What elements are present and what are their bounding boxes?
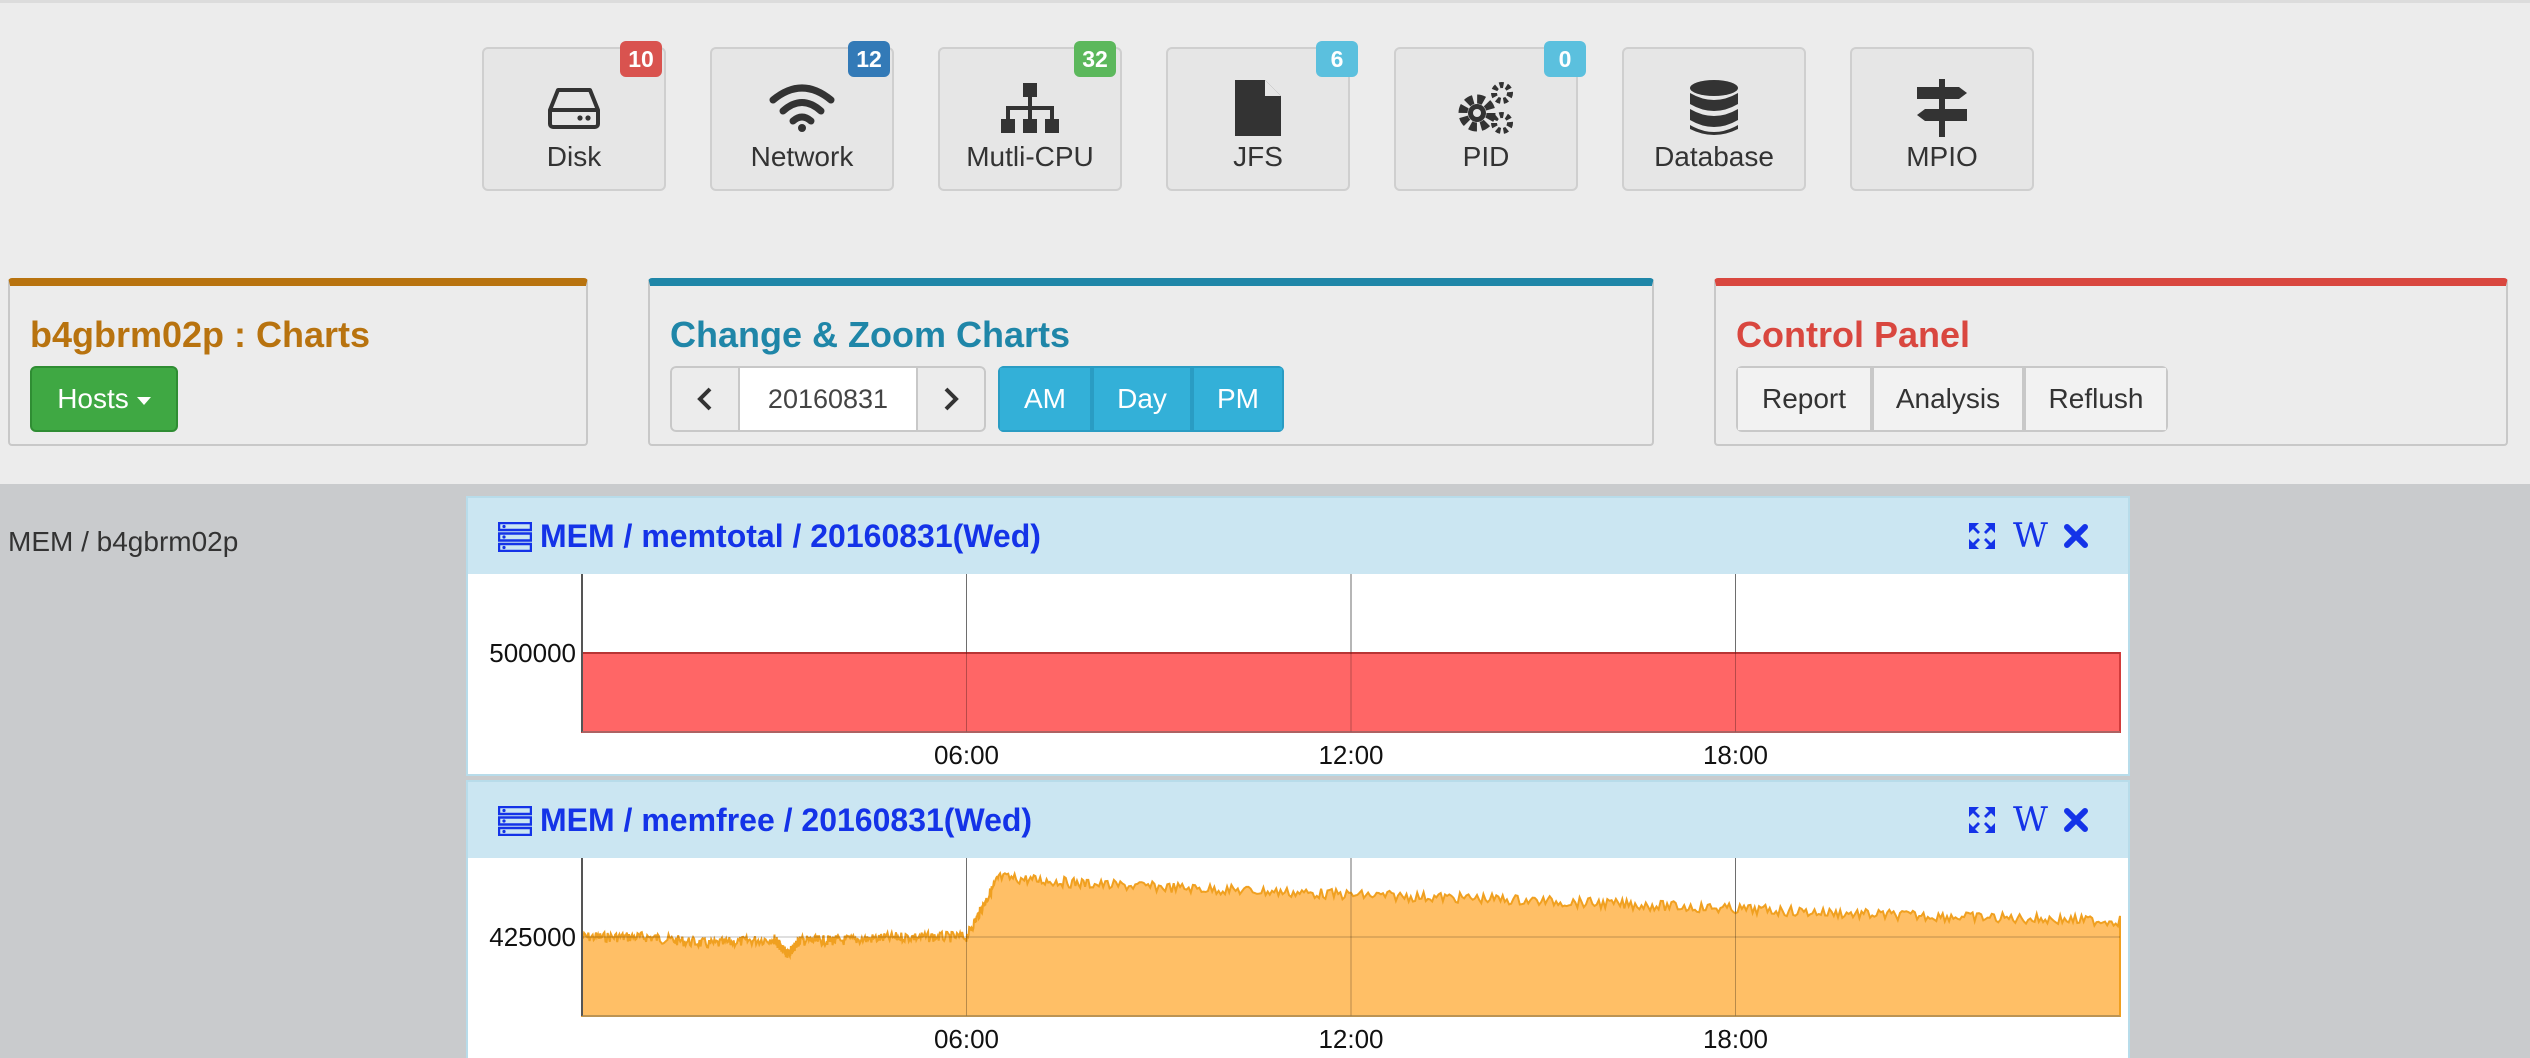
multi-cpu-label: Mutli-CPU: [966, 141, 1094, 172]
multi-cpu-nav-button[interactable]: Mutli-CPU 32: [938, 41, 1122, 191]
y-tick-label: 500000: [489, 638, 576, 668]
file-icon: [1168, 79, 1348, 137]
analysis-button[interactable]: Analysis: [1872, 366, 2024, 432]
zoom-panel-title: Change & Zoom Charts: [670, 314, 1071, 355]
server-list-icon: [498, 806, 532, 836]
x-tick-label: 18:00: [1703, 1024, 1768, 1054]
database-nav-button[interactable]: Database: [1622, 47, 1806, 191]
hosts-dropdown-button[interactable]: Hosts: [30, 366, 178, 432]
x-tick-label: 12:00: [1318, 740, 1383, 770]
jfs-count-badge: 6: [1316, 41, 1358, 77]
expand-icon[interactable]: [1967, 521, 1997, 551]
top-toolbar-area: Disk 10 Network 12 Mutli-CPU 32 JFS 6 PI…: [0, 0, 2530, 484]
expand-icon[interactable]: [1967, 805, 1997, 835]
next-date-button[interactable]: [916, 366, 986, 432]
memtotal-chart: MEM / memtotal / 20160831(Wed) W 06:00 12…: [466, 496, 2130, 776]
jfs-nav-button[interactable]: JFS 6: [1166, 41, 1358, 191]
pid-nav-button[interactable]: PID 0: [1394, 41, 1586, 191]
wifi-icon: [712, 79, 892, 137]
database-icon: [1624, 79, 1804, 137]
control-panel: Control Panel Report Analysis Reflush: [1714, 278, 2508, 446]
x-tick-label: 12:00: [1318, 1024, 1383, 1054]
network-count-badge: 12: [848, 41, 890, 77]
reflush-button[interactable]: Reflush: [2024, 366, 2168, 432]
side-host-label: MEM / b4gbrm02p: [8, 526, 239, 557]
chevron-left-icon: [697, 387, 712, 411]
report-button[interactable]: Report: [1736, 366, 1872, 432]
server-list-icon: [498, 522, 532, 552]
hosts-button-label: Hosts: [57, 383, 129, 414]
day-button[interactable]: Day: [1092, 366, 1192, 432]
memfree-chart-header: MEM / memfree / 20160831(Wed) W: [468, 782, 2128, 858]
memtotal-chart-header: MEM / memtotal / 20160831(Wed) W: [468, 498, 2128, 574]
pid-count-badge: 0: [1544, 41, 1586, 77]
close-icon[interactable]: [2064, 808, 2088, 832]
network-label: Network: [750, 141, 854, 172]
mpio-nav-button[interactable]: MPIO: [1850, 47, 2034, 191]
memfree-chart: MEM / memfree / 20160831(Wed) W 06:00 12:…: [466, 780, 2130, 1058]
control-panel-title: Control Panel: [1736, 314, 1971, 355]
disk-label: Disk: [546, 141, 602, 172]
y-tick-label: 425000: [489, 922, 576, 952]
wikipedia-icon[interactable]: W: [2013, 800, 2048, 840]
close-icon[interactable]: [2064, 524, 2088, 548]
x-tick-label: 06:00: [934, 740, 999, 770]
multi-cpu-count-badge: 32: [1074, 41, 1116, 77]
x-tick-label: 06:00: [934, 1024, 999, 1054]
sitemap-icon: [940, 79, 1120, 137]
am-button[interactable]: AM: [998, 366, 1092, 432]
host-panel-title: b4gbrm02p : Charts: [30, 314, 371, 355]
wikipedia-icon[interactable]: W: [2013, 516, 2048, 556]
network-nav-button[interactable]: Network 12: [710, 41, 894, 191]
memfree-plot: 06:00 12:00 18:00 425000: [489, 858, 2121, 1054]
hard-drive-icon: [484, 79, 664, 137]
time-range-group: AM Day PM: [998, 366, 1284, 432]
x-tick-label: 18:00: [1703, 740, 1768, 770]
memtotal-chart-title: MEM / memtotal / 20160831(Wed): [540, 518, 1041, 554]
database-label: Database: [1654, 141, 1774, 172]
date-stepper: 20160831: [670, 366, 986, 432]
chevron-right-icon: [944, 387, 959, 411]
memfree-chart-title: MEM / memfree / 20160831(Wed): [540, 802, 1033, 838]
zoom-panel: Change & Zoom Charts 20160831 AM Day PM: [648, 278, 1654, 446]
control-button-group: Report Analysis Reflush: [1736, 366, 2168, 432]
jfs-label: JFS: [1233, 141, 1283, 172]
gears-icon: [1396, 79, 1576, 137]
memtotal-plot: 06:00 12:00 18:00 500000: [489, 574, 2121, 770]
pid-label: PID: [1462, 141, 1510, 172]
signpost-icon: [1852, 79, 2032, 137]
disk-count-badge: 10: [620, 41, 662, 77]
caret-down-icon: [136, 397, 151, 405]
mpio-label: MPIO: [1906, 141, 1978, 172]
pm-button[interactable]: PM: [1192, 366, 1284, 432]
prev-date-button[interactable]: [670, 366, 740, 432]
disk-nav-button[interactable]: Disk 10: [482, 41, 666, 191]
date-input[interactable]: 20160831: [740, 366, 916, 432]
host-panel: b4gbrm02p : Charts Hosts: [8, 278, 588, 446]
